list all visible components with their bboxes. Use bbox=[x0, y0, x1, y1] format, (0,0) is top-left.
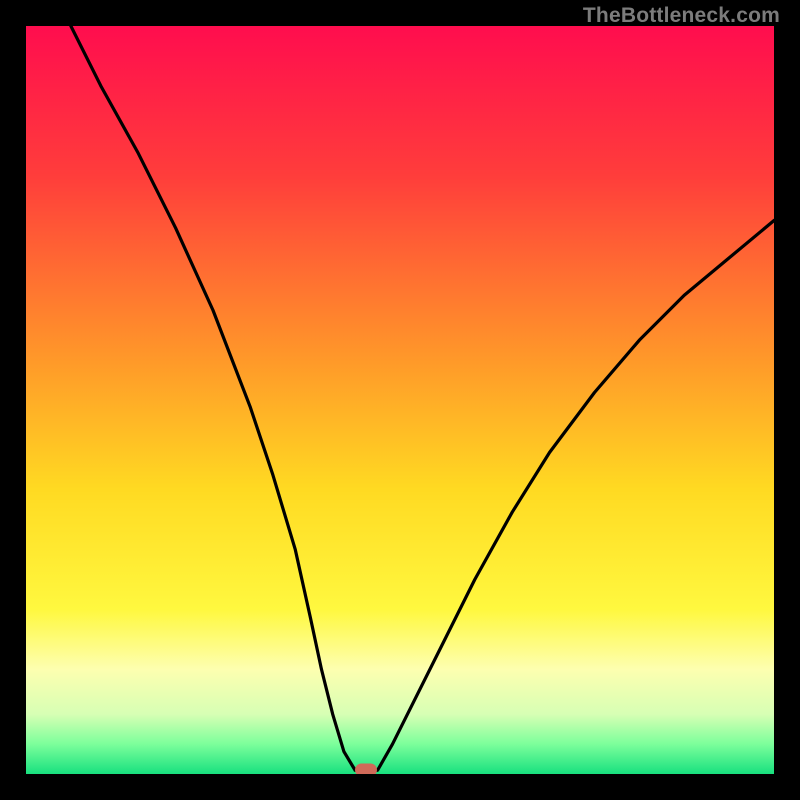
watermark-label: TheBottleneck.com bbox=[583, 4, 780, 28]
optimal-point-marker bbox=[355, 764, 377, 774]
chart-frame: TheBottleneck.com bbox=[0, 0, 800, 800]
plot-area bbox=[26, 26, 774, 774]
bottleneck-curve bbox=[26, 26, 774, 774]
